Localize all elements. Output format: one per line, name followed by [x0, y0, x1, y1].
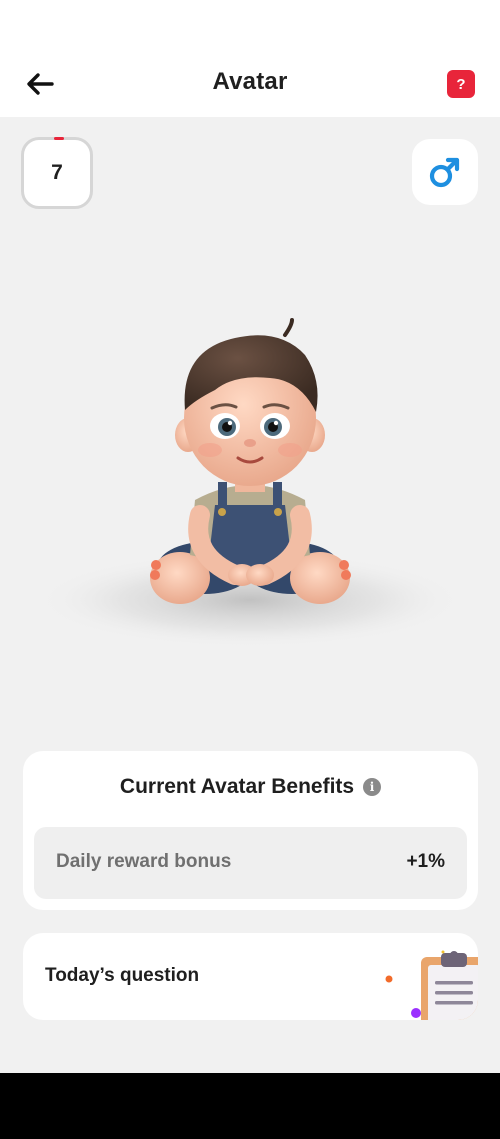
level-value: 7 [51, 161, 63, 184]
benefits-card: Current Avatar Benefits i Daily reward b… [23, 751, 478, 910]
male-symbol-icon [429, 157, 460, 188]
info-glyph: i [369, 780, 375, 794]
level-badge[interactable]: 7 [21, 137, 93, 209]
avatar-display [30, 310, 470, 650]
clipboard-icon [385, 950, 478, 1020]
info-icon[interactable]: i [363, 778, 382, 796]
benefits-title: Current Avatar Benefits [119, 775, 355, 798]
benefit-value: +1% [406, 851, 445, 872]
question-mark-icon: ? [456, 75, 466, 93]
system-navigation-bar [0, 1073, 500, 1139]
help-button[interactable]: ? [447, 70, 475, 98]
gender-toggle-button[interactable] [412, 139, 478, 205]
page-title: Avatar [212, 68, 288, 95]
question-label: Today’s question [45, 965, 200, 986]
todays-question-card[interactable]: Today’s question [23, 933, 478, 1020]
app-header: Avatar ? [0, 0, 500, 117]
benefit-row: Daily reward bonus +1% [34, 827, 467, 899]
benefits-title-row: Current Avatar Benefits i [23, 775, 478, 799]
baby-avatar-illustration [35, 318, 465, 648]
benefit-label: Daily reward bonus [56, 851, 232, 872]
level-progress-bar [54, 137, 64, 140]
